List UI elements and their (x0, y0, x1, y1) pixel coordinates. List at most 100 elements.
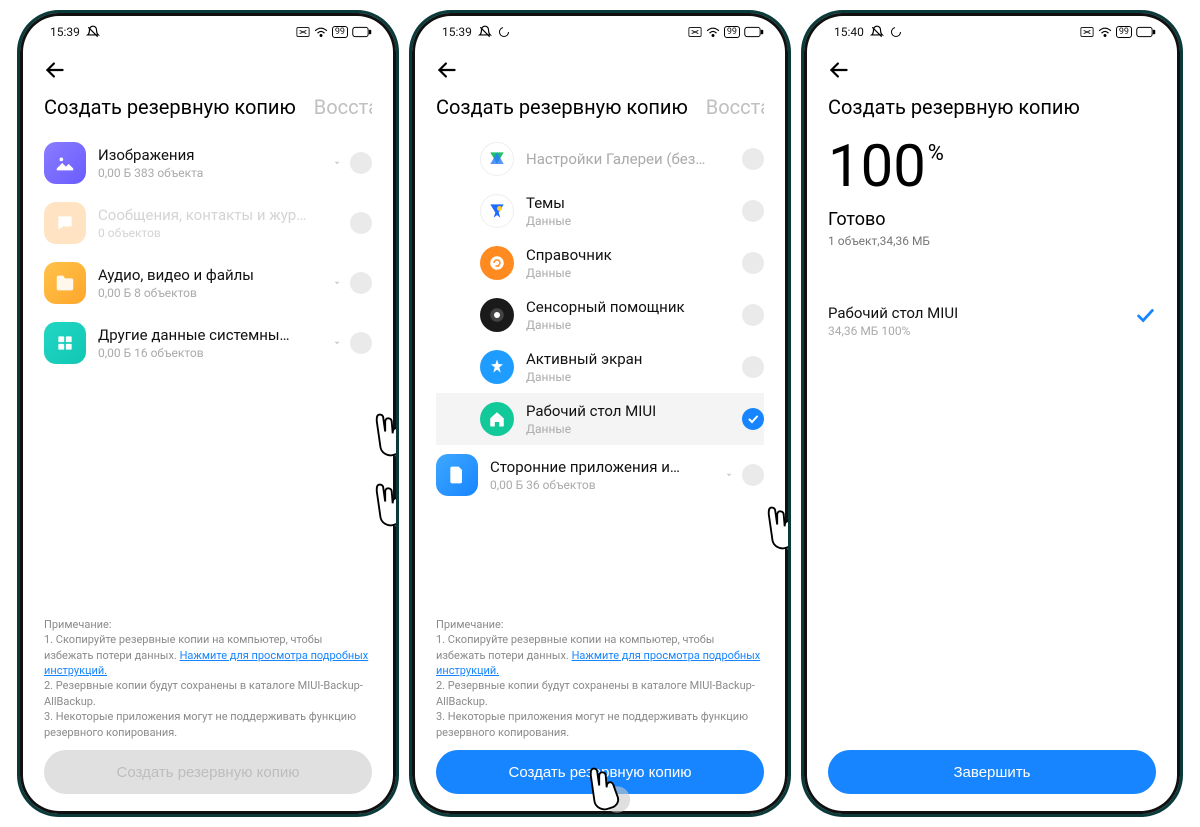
row-subtitle: 0,00 Б 16 объектов (98, 346, 330, 360)
dnd-icon (870, 25, 884, 39)
app-list: Настройки Галереи (без… Темы Данные Спра… (436, 133, 764, 603)
finish-button[interactable]: Завершить (828, 750, 1156, 794)
dnd-icon (478, 25, 492, 39)
checkbox[interactable] (742, 304, 764, 326)
checkbox[interactable] (350, 272, 372, 294)
chevron-down-icon (330, 156, 344, 170)
category-row[interactable]: Аудио, видео и файлы 0,00 Б 8 объектов (44, 253, 372, 313)
row-title: Темы (526, 194, 742, 212)
checkbox[interactable] (742, 148, 764, 170)
row-subtitle: Данные (526, 370, 742, 384)
back-button[interactable] (434, 57, 462, 85)
row-title: Активный экран (526, 350, 742, 368)
wifi-icon (314, 26, 328, 38)
row-title: Изображения (98, 146, 330, 164)
result-item-title: Рабочий стол MIUI (828, 304, 958, 322)
battery-icon (352, 26, 372, 38)
percent-symbol: % (928, 141, 944, 166)
create-backup-button[interactable]: Создать резервную копию (436, 750, 764, 794)
images-icon (44, 142, 86, 184)
loading-icon (890, 26, 902, 38)
checkbox (350, 212, 372, 234)
footnote: Примечание: 1. Скопируйте резервные копи… (436, 617, 764, 740)
app-row[interactable]: Сенсорный помощник Данные (436, 289, 764, 341)
category-row[interactable]: Сторонние приложения и… 0,00 Б 36 объект… (436, 445, 764, 505)
gallery-settings-icon (480, 142, 514, 176)
row-title: Рабочий стол MIUI (526, 402, 742, 420)
row-subtitle: 0 объектов (98, 226, 350, 240)
page-title: Создать резервную копию (828, 95, 1156, 119)
checkbox[interactable] (742, 252, 764, 274)
row-title: Справочник (526, 246, 742, 264)
status-summary: 1 объект,34,36 МБ (828, 234, 1156, 248)
folder-icon (44, 262, 86, 304)
chevron-down-icon (330, 336, 344, 350)
tab-restore[interactable]: Восста (314, 95, 372, 119)
row-title: Сообщения, контакты и жур… (98, 206, 350, 224)
dnd-icon (86, 25, 100, 39)
tab-restore[interactable]: Восста (706, 95, 764, 119)
status-clock: 15:39 (50, 25, 80, 39)
back-button[interactable] (826, 57, 854, 85)
row-subtitle: Данные (526, 214, 742, 228)
status-clock: 15:39 (442, 25, 472, 39)
system-icon (44, 322, 86, 364)
miui-launcher-icon (480, 402, 514, 436)
back-button[interactable] (42, 57, 70, 85)
messages-icon (44, 202, 86, 244)
apps-icon (436, 454, 478, 496)
row-title: Сторонние приложения и… (490, 458, 722, 476)
checkbox[interactable] (350, 152, 372, 174)
row-subtitle: 0,00 Б 383 объекта (98, 166, 330, 180)
row-title: Аудио, видео и файлы (98, 266, 330, 284)
category-row[interactable]: Изображения 0,00 Б 383 объекта (44, 133, 372, 193)
status-right-icons: 99 (1080, 26, 1156, 38)
row-title: Сенсорный помощник (526, 298, 742, 316)
create-backup-button: Создать резервную копию (44, 750, 372, 794)
guide-icon (480, 246, 514, 280)
tab-create-backup[interactable]: Создать резервную копию (44, 95, 296, 119)
checkbox[interactable] (742, 464, 764, 486)
app-row[interactable]: Темы Данные (436, 185, 764, 237)
status-bar: 15:40 99 (810, 19, 1174, 45)
row-title: Другие данные системны… (98, 326, 330, 344)
status-bar: 15:39 99 (26, 19, 390, 45)
app-row[interactable]: Рабочий стол MIUI Данные (436, 393, 764, 445)
status-clock: 15:40 (834, 25, 864, 39)
row-subtitle: Данные (526, 422, 742, 436)
app-row[interactable]: Настройки Галереи (без… (436, 133, 764, 185)
row-subtitle: Данные (526, 266, 742, 280)
row-title: Настройки Галереи (без… (526, 150, 742, 168)
checkbox[interactable] (350, 332, 372, 354)
app-row[interactable]: Активный экран Данные (436, 341, 764, 393)
category-list: Изображения 0,00 Б 383 объекта Сообщения… (44, 133, 372, 368)
checkmark-icon (1134, 304, 1156, 330)
checkbox[interactable] (742, 200, 764, 222)
checkbox[interactable] (742, 408, 764, 430)
status-bar: 15:39 99 (418, 19, 782, 45)
status-label: Готово (828, 209, 1156, 230)
phone-mockup-2: 15:39 99 Создать резервную копию Восста (409, 10, 791, 817)
row-subtitle: 0,00 Б 8 объектов (98, 286, 330, 300)
sim-off-icon (296, 27, 310, 37)
phone-mockup-1: 15:39 99 Создать резервную копию Восста … (17, 10, 399, 817)
active-screen-icon (480, 350, 514, 384)
row-subtitle: 0,00 Б 36 объектов (490, 478, 722, 492)
status-right-icons: 99 (296, 26, 372, 38)
row-subtitle: Данные (526, 318, 742, 332)
chevron-down-icon (722, 468, 736, 482)
footnote: Примечание: 1. Скопируйте резервные копи… (44, 617, 372, 740)
chevron-down-icon (330, 276, 344, 290)
touch-assistant-icon (480, 298, 514, 332)
progress-indicator: 100% (828, 133, 1156, 201)
tab-create-backup[interactable]: Создать резервную копию (436, 95, 688, 119)
category-row[interactable]: Другие данные системны… 0,00 Б 16 объект… (44, 313, 372, 368)
checkbox[interactable] (742, 356, 764, 378)
phone-mockup-3: 15:40 99 Создать резервную копию 100% Го… (801, 10, 1183, 817)
progress-value: 100 (828, 133, 926, 201)
backup-result-row: Рабочий стол MIUI 34,36 МБ 100% (828, 294, 1156, 348)
themes-icon (480, 194, 514, 228)
status-right-icons: 99 (688, 26, 764, 38)
category-row: Сообщения, контакты и жур… 0 объектов (44, 193, 372, 253)
app-row[interactable]: Справочник Данные (436, 237, 764, 289)
